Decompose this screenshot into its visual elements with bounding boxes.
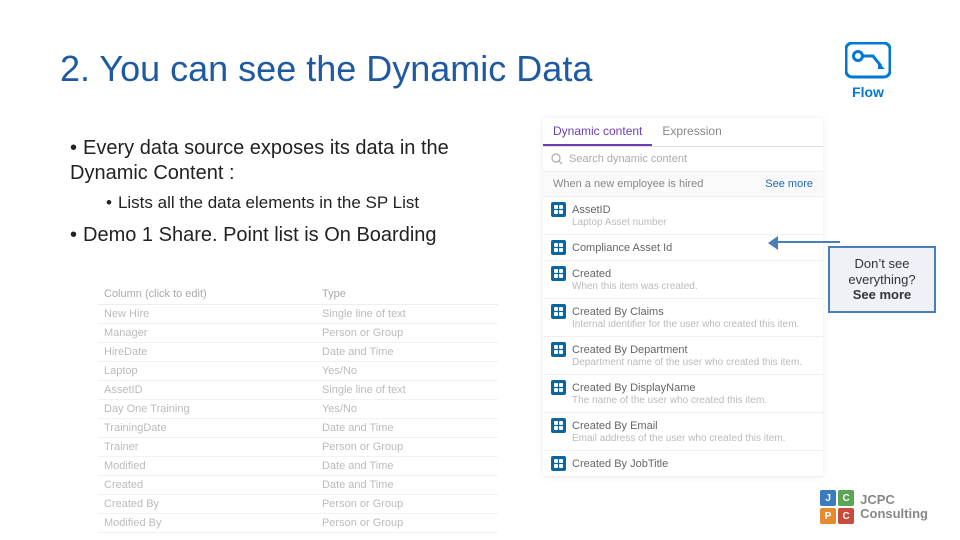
callout-box: Don’t see everything? See more — [828, 246, 936, 313]
sharepoint-icon — [551, 266, 566, 281]
logo-tile-j: J — [820, 490, 836, 506]
flow-logo: Flow — [838, 42, 898, 100]
table-row: Day One TrainingYes/No — [98, 400, 498, 419]
dc-item-title: Created By DisplayName — [572, 382, 696, 394]
see-more-link[interactable]: See more — [765, 178, 813, 190]
dc-item-title: Created By Claims — [572, 306, 664, 318]
table-cell: Trainer — [98, 438, 316, 457]
logo-tile-p: P — [820, 508, 836, 524]
tab-dynamic-content[interactable]: Dynamic content — [543, 118, 652, 146]
dc-item[interactable]: Created By DepartmentDepartment name of … — [543, 337, 823, 375]
table-row: Modified ByPerson or Group — [98, 514, 498, 533]
flow-label: Flow — [838, 84, 898, 100]
tab-expression[interactable]: Expression — [652, 118, 731, 146]
dc-item-title: Created By Department — [572, 344, 688, 356]
table-cell: Modified — [98, 457, 316, 476]
table-row: LaptopYes/No — [98, 362, 498, 381]
table-header-type: Type — [316, 284, 498, 305]
dc-item-desc: When this item was created. — [572, 281, 815, 293]
dc-item-desc: Department name of the user who created … — [572, 357, 815, 369]
dc-item[interactable]: Created By JobTitle — [543, 451, 823, 477]
table-cell: Manager — [98, 324, 316, 343]
table-row: TrainingDateDate and Time — [98, 419, 498, 438]
table-cell: Person or Group — [316, 495, 498, 514]
table-cell: Date and Time — [316, 457, 498, 476]
table-row: Created ByPerson or Group — [98, 495, 498, 514]
bullet-2: Demo 1 Share. Point list is On Boarding — [83, 224, 437, 246]
search-input[interactable]: Search dynamic content — [543, 147, 823, 172]
table-row: CreatedDate and Time — [98, 476, 498, 495]
table-cell: Created By — [98, 495, 316, 514]
search-icon — [551, 153, 563, 165]
table-cell: HireDate — [98, 343, 316, 362]
bullet-1-sub: Lists all the data elements in the SP Li… — [118, 193, 419, 212]
table-cell: Day One Training — [98, 400, 316, 419]
bullet-list: •Every data source exposes its data in t… — [70, 136, 500, 254]
footer-brand: JCPC — [860, 493, 928, 507]
table-row: HireDateDate and Time — [98, 343, 498, 362]
table-cell: Date and Time — [316, 476, 498, 495]
sharepoint-icon — [551, 418, 566, 433]
table-cell: TrainingDate — [98, 419, 316, 438]
table-header-column: Column (click to edit) — [98, 284, 316, 305]
table-cell: Date and Time — [316, 343, 498, 362]
table-row: ModifiedDate and Time — [98, 457, 498, 476]
table-cell: Laptop — [98, 362, 316, 381]
dc-section-title: When a new employee is hired — [553, 178, 703, 190]
dc-item-desc: Internal identifier for the user who cre… — [572, 319, 815, 331]
logo-tile-c1: C — [838, 490, 854, 506]
dc-item[interactable]: CreatedWhen this item was created. — [543, 261, 823, 299]
sharepoint-columns-table: Column (click to edit) Type New HireSing… — [98, 284, 498, 533]
table-cell: Date and Time — [316, 419, 498, 438]
footer-logo: J C P C JCPC Consulting — [820, 490, 928, 524]
table-cell: AssetID — [98, 381, 316, 400]
dc-item-title: Created By JobTitle — [572, 458, 668, 470]
sharepoint-icon — [551, 456, 566, 471]
dc-item-title: Created By Email — [572, 420, 658, 432]
table-cell: Single line of text — [316, 305, 498, 324]
dc-item-desc: Email address of the user who created th… — [572, 433, 815, 445]
callout-line-3: See more — [834, 287, 930, 303]
table-cell: Person or Group — [316, 514, 498, 533]
callout-line-1: Don’t see — [834, 256, 930, 272]
dc-item-title: AssetID — [572, 204, 611, 216]
table-row: TrainerPerson or Group — [98, 438, 498, 457]
table-cell: Single line of text — [316, 381, 498, 400]
dc-item-desc: Laptop Asset number — [572, 217, 815, 229]
dc-item[interactable]: AssetIDLaptop Asset number — [543, 197, 823, 235]
dc-item-title: Compliance Asset Id — [572, 242, 672, 254]
sharepoint-icon — [551, 240, 566, 255]
flow-icon — [845, 42, 891, 82]
dc-item[interactable]: Created By ClaimsInternal identifier for… — [543, 299, 823, 337]
dc-item-title: Created — [572, 268, 611, 280]
dc-item-desc: The name of the user who created this it… — [572, 395, 815, 407]
slide-title: 2. You can see the Dynamic Data — [60, 48, 592, 90]
dc-item[interactable]: Created By DisplayNameThe name of the us… — [543, 375, 823, 413]
table-cell: Person or Group — [316, 438, 498, 457]
sharepoint-icon — [551, 304, 566, 319]
sharepoint-icon — [551, 380, 566, 395]
search-placeholder: Search dynamic content — [569, 153, 687, 165]
sharepoint-icon — [551, 202, 566, 217]
footer-sub: Consulting — [860, 507, 928, 521]
bullet-1: Every data source exposes its data in th… — [70, 137, 449, 184]
table-cell: Created — [98, 476, 316, 495]
dc-item[interactable]: Compliance Asset Id — [543, 235, 823, 261]
table-cell: Modified By — [98, 514, 316, 533]
table-cell: New Hire — [98, 305, 316, 324]
callout-line-2: everything? — [834, 272, 930, 288]
table-row: AssetIDSingle line of text — [98, 381, 498, 400]
table-cell: Person or Group — [316, 324, 498, 343]
table-row: ManagerPerson or Group — [98, 324, 498, 343]
dc-item[interactable]: Created By EmailEmail address of the use… — [543, 413, 823, 451]
logo-tile-c2: C — [838, 508, 854, 524]
sharepoint-icon — [551, 342, 566, 357]
table-cell: Yes/No — [316, 400, 498, 419]
dynamic-content-panel: Dynamic content Expression Search dynami… — [543, 118, 823, 477]
table-row: New HireSingle line of text — [98, 305, 498, 324]
table-cell: Yes/No — [316, 362, 498, 381]
